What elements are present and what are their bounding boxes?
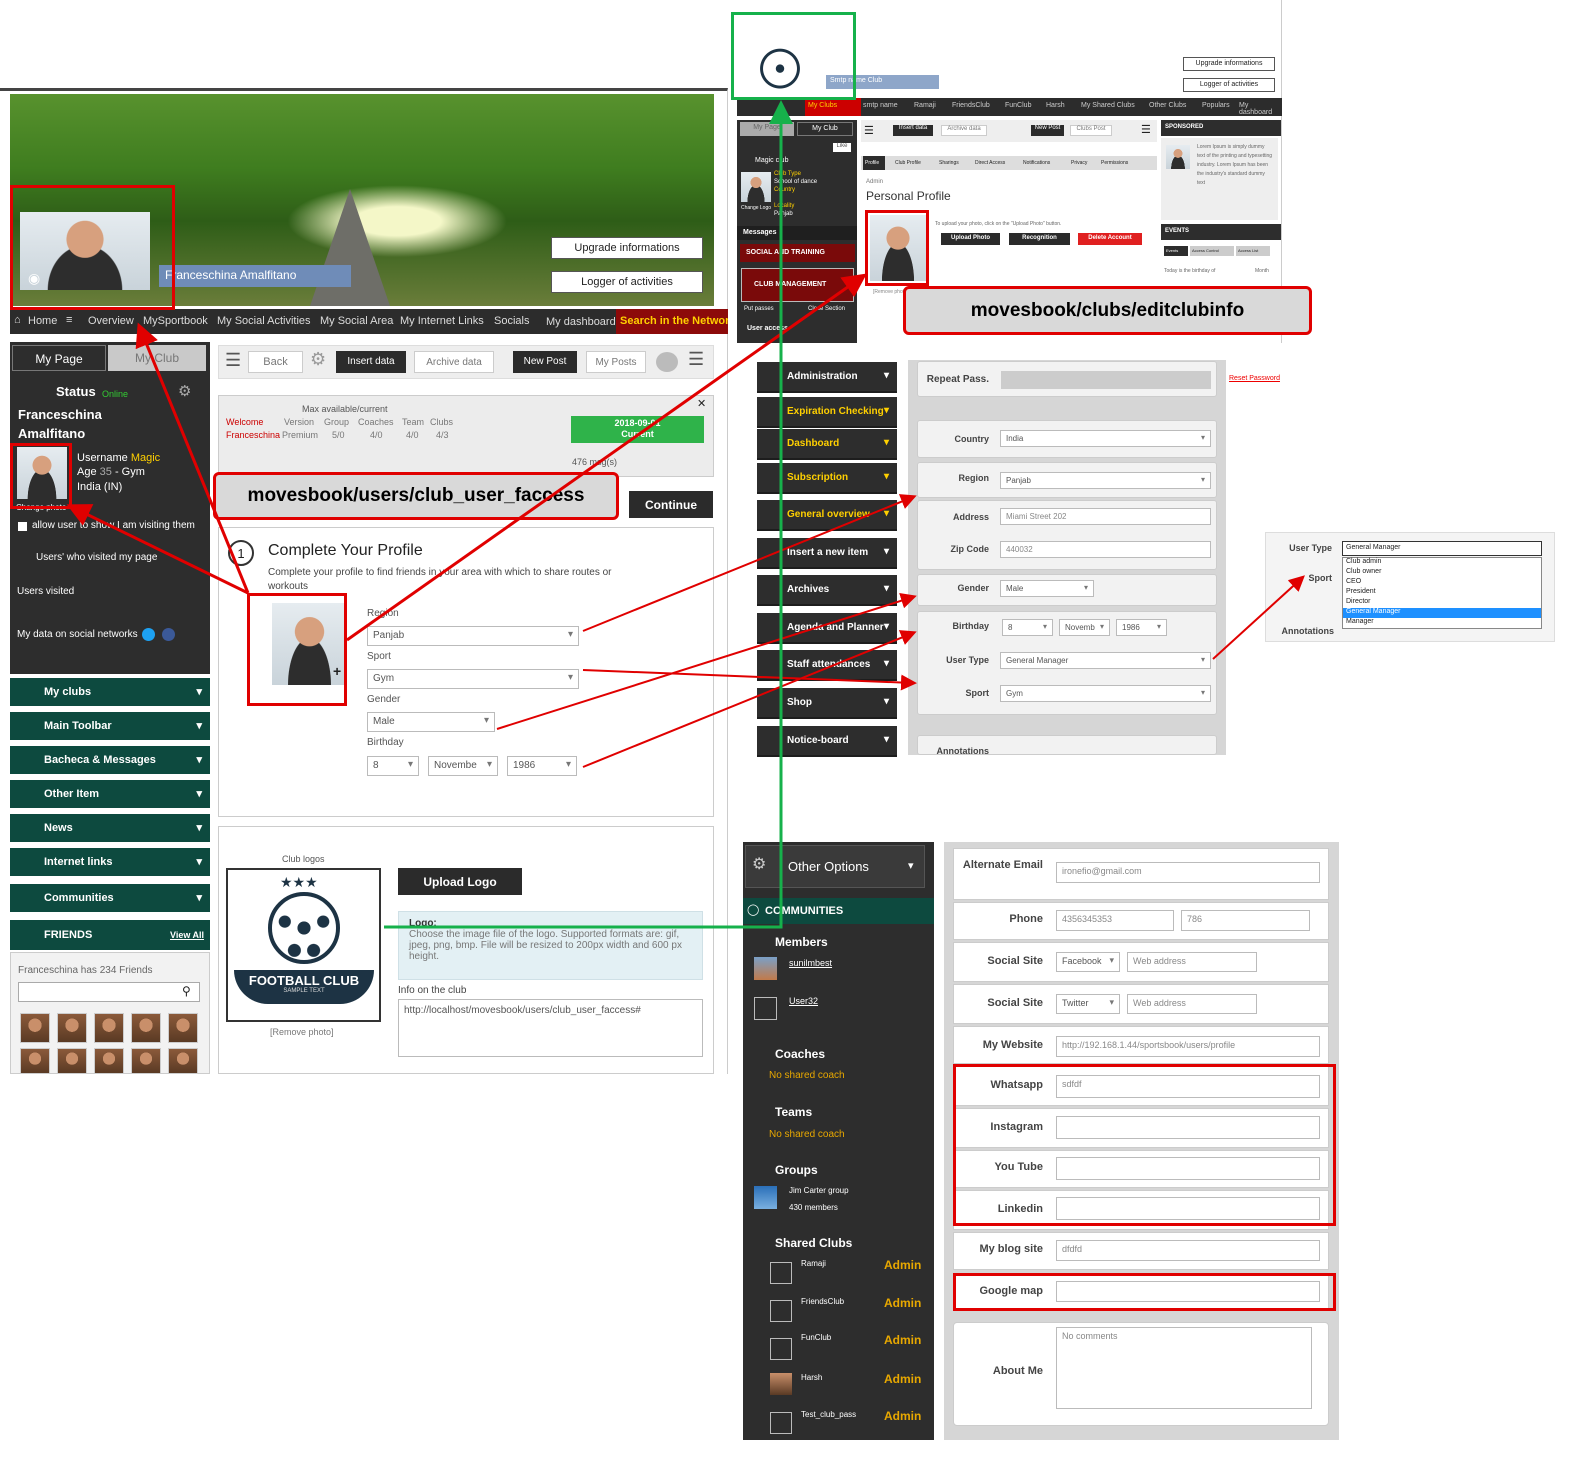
annotation-arrows bbox=[66, 100, 1305, 929]
arrow-usertype bbox=[1212, 575, 1305, 660]
green-arrow bbox=[384, 100, 793, 929]
arrow-to-cover-avatar bbox=[135, 322, 250, 594]
thin-red-arrows bbox=[496, 494, 1305, 768]
arrow-gender bbox=[496, 593, 917, 730]
arrow-to-sidebar-avatar bbox=[66, 504, 249, 595]
arrow-logo-to-club bbox=[384, 100, 793, 929]
arrow-region bbox=[582, 494, 917, 632]
arrow-birthday bbox=[582, 630, 917, 768]
arrow-to-personal-photo bbox=[346, 273, 867, 642]
arrow-sport bbox=[582, 669, 917, 691]
red-arrows bbox=[66, 273, 867, 642]
